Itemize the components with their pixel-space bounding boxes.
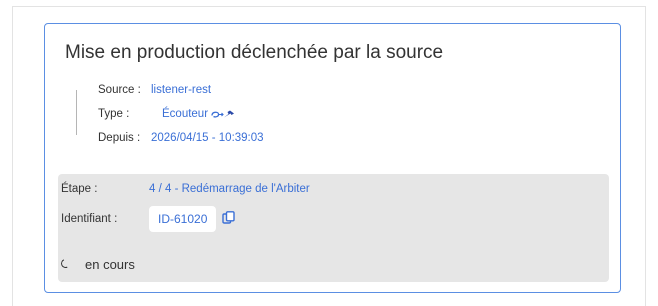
identifier-chip[interactable]: ID-61020	[149, 206, 217, 232]
source-value[interactable]: listener-rest	[151, 84, 211, 96]
since-value: 2026/04/15 - 10:39:03	[151, 132, 264, 144]
source-row: Source : listener-rest	[98, 84, 264, 108]
progress-row: en cours	[59, 257, 135, 272]
arrow-icon	[219, 112, 224, 117]
details-divider	[76, 90, 77, 135]
type-label: Type :	[98, 108, 130, 120]
type-value: Écouteur	[162, 108, 209, 120]
deployment-details: Source : listener-rest Type : Écouteur Dep…	[76, 84, 264, 156]
step-row: Étape : 4 / 4 - Redémarrage de l'Arbiter	[61, 183, 310, 195]
since-row: Depuis : 2026/04/15 - 10:39:03	[98, 132, 264, 156]
progress-text: en cours	[85, 257, 135, 272]
spinner-icon	[59, 257, 72, 270]
ear-icon	[211, 111, 220, 118]
since-label: Depuis :	[98, 132, 141, 144]
identifier-label: Identifiant :	[61, 213, 118, 225]
source-label: Source :	[98, 84, 141, 96]
status-panel: Étape :4 / 4 - Redémarrage de l'Arbiter …	[58, 174, 609, 282]
type-row: Type : Écouteur	[98, 108, 264, 132]
pin-icon	[224, 110, 235, 118]
identifier-row: Identifiant : ID-61020	[61, 206, 236, 232]
card-title: Mise en production déclenchée par la sou…	[65, 42, 444, 63]
type-icons	[211, 108, 235, 122]
step-value: 4 / 4 - Redémarrage de l'Arbiter	[149, 183, 310, 195]
deployment-card: Mise en production déclenchée par la sou…	[44, 23, 621, 293]
step-label: Étape :	[61, 183, 98, 195]
copy-icon[interactable]	[222, 211, 236, 227]
